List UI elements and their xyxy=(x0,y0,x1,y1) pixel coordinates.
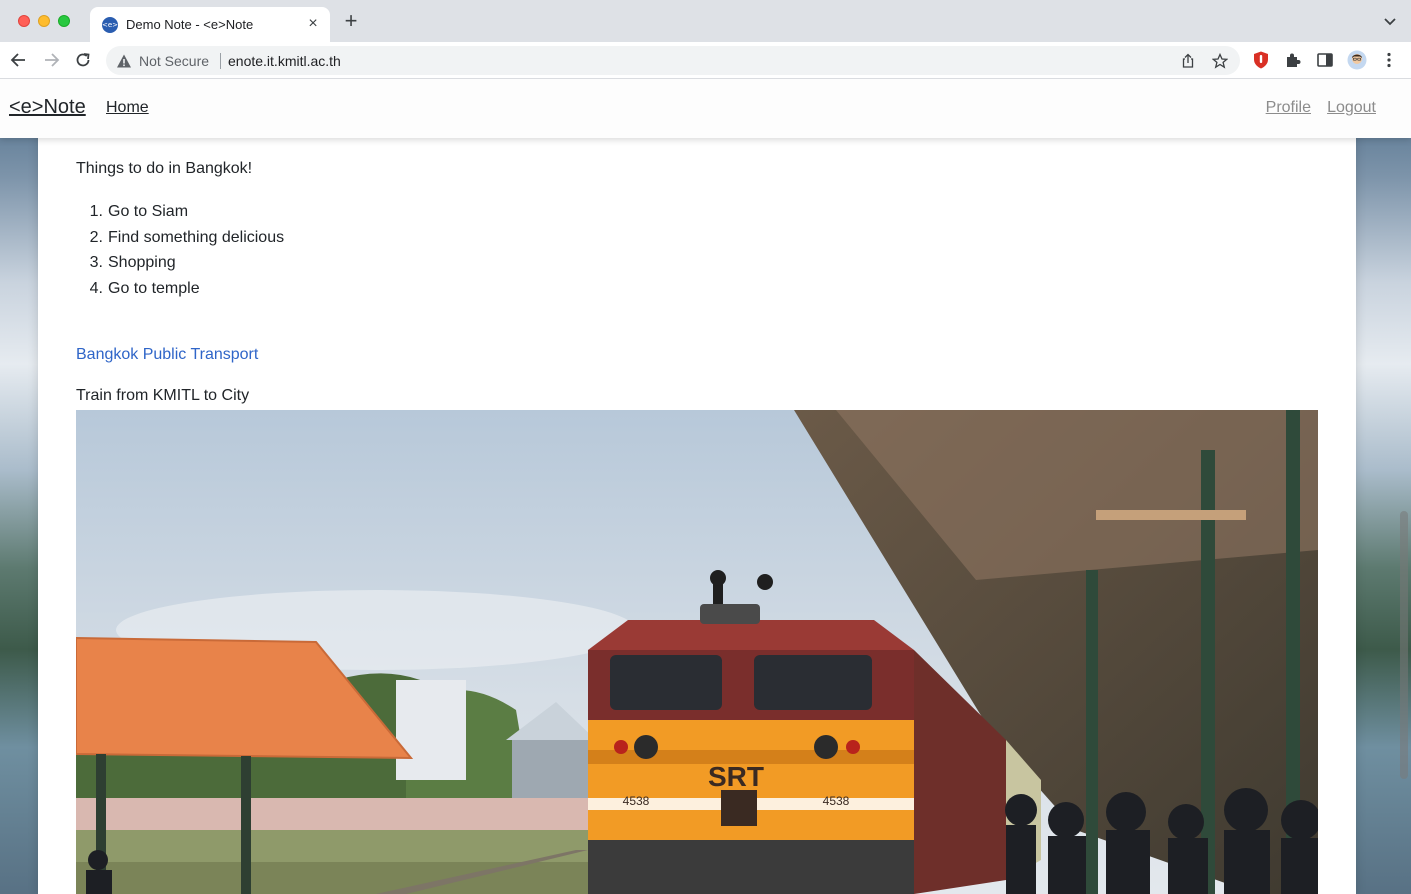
url-text[interactable]: enote.it.kmitl.ac.th xyxy=(228,53,341,69)
window-close-button[interactable] xyxy=(18,15,30,27)
browser-tab-active[interactable]: <e> Demo Note - <e>Note × xyxy=(90,7,330,42)
list-item-number: 4. xyxy=(89,279,103,297)
new-tab-icon[interactable]: + xyxy=(340,10,362,32)
todo-list: 1. Go to Siam 2. Find something delicious … xyxy=(76,202,284,304)
window-zoom-button[interactable] xyxy=(58,15,70,27)
forward-arrow-icon[interactable] xyxy=(41,50,61,70)
list-item-number: 3. xyxy=(89,254,103,271)
window-minimize-button[interactable] xyxy=(38,15,50,27)
list-item: 3. Shopping xyxy=(76,253,284,279)
browser-tab-bar: <e> Demo Note - <e>Note × + xyxy=(0,0,1411,42)
address-separator xyxy=(220,53,221,69)
share-icon[interactable] xyxy=(1180,53,1196,69)
scrollbar-thumb[interactable] xyxy=(1400,511,1408,779)
security-status-label[interactable]: Not Secure xyxy=(139,53,209,69)
list-item-text: Go to Siam xyxy=(108,203,189,220)
page-scrollbar[interactable] xyxy=(1397,79,1411,894)
back-arrow-icon[interactable] xyxy=(9,50,29,70)
note-card: Things to do in Bangkok! 1. Go to Siam 2.… xyxy=(38,79,1356,894)
shield-extension-icon[interactable] xyxy=(1251,50,1271,70)
browser-menu-icon[interactable] xyxy=(1379,50,1399,70)
tab-search-chevron-icon[interactable] xyxy=(1383,14,1397,28)
train-station-photo: SRT 4538 4538 xyxy=(76,410,1318,894)
site-favicon-icon: <e> xyxy=(102,17,118,33)
list-item: 2. Find something delicious xyxy=(76,228,284,254)
note-intro: Things to do in Bangkok! xyxy=(76,160,253,177)
list-item-text: Shopping xyxy=(108,254,176,271)
browser-toolbar: Not Secure enote.it.kmitl.ac.th xyxy=(0,42,1411,79)
page-viewport: Things to do in Bangkok! 1. Go to Siam 2.… xyxy=(0,79,1411,894)
bookmark-star-icon[interactable] xyxy=(1212,53,1228,69)
list-item: 1. Go to Siam xyxy=(76,202,284,228)
nav-home-link[interactable]: Home xyxy=(106,99,149,117)
nav-profile-link[interactable]: Profile xyxy=(1266,99,1311,117)
list-item-text: Go to temple xyxy=(108,279,200,297)
list-item: 4. Go to temple xyxy=(76,279,284,305)
brand-logo[interactable]: <e>Note xyxy=(9,96,86,119)
list-item-text: Find something delicious xyxy=(108,228,285,246)
list-item-number: 2. xyxy=(89,228,103,246)
photo-caption: Train from KMITL to City xyxy=(76,387,250,404)
reload-icon[interactable] xyxy=(73,50,93,70)
tab-close-icon[interactable]: × xyxy=(304,15,322,33)
app-navbar: <e>Note Home Profile Logout xyxy=(0,79,1411,138)
profile-avatar-icon[interactable] xyxy=(1347,50,1367,70)
locomotive-logo-text: SRT xyxy=(708,761,764,792)
side-panel-icon[interactable] xyxy=(1315,50,1335,70)
list-item-number: 1. xyxy=(89,203,103,220)
address-bar[interactable]: Not Secure enote.it.kmitl.ac.th xyxy=(106,46,1240,75)
nav-logout-link[interactable]: Logout xyxy=(1327,99,1376,117)
warning-icon[interactable] xyxy=(116,53,132,69)
bangkok-transport-link[interactable]: Bangkok Public Transport xyxy=(76,346,258,364)
locomotive-number-left: 4538 xyxy=(623,794,650,808)
tab-title: Demo Note - <e>Note xyxy=(126,17,254,32)
puzzle-extensions-icon[interactable] xyxy=(1283,50,1303,70)
locomotive-number-right: 4538 xyxy=(823,794,850,808)
